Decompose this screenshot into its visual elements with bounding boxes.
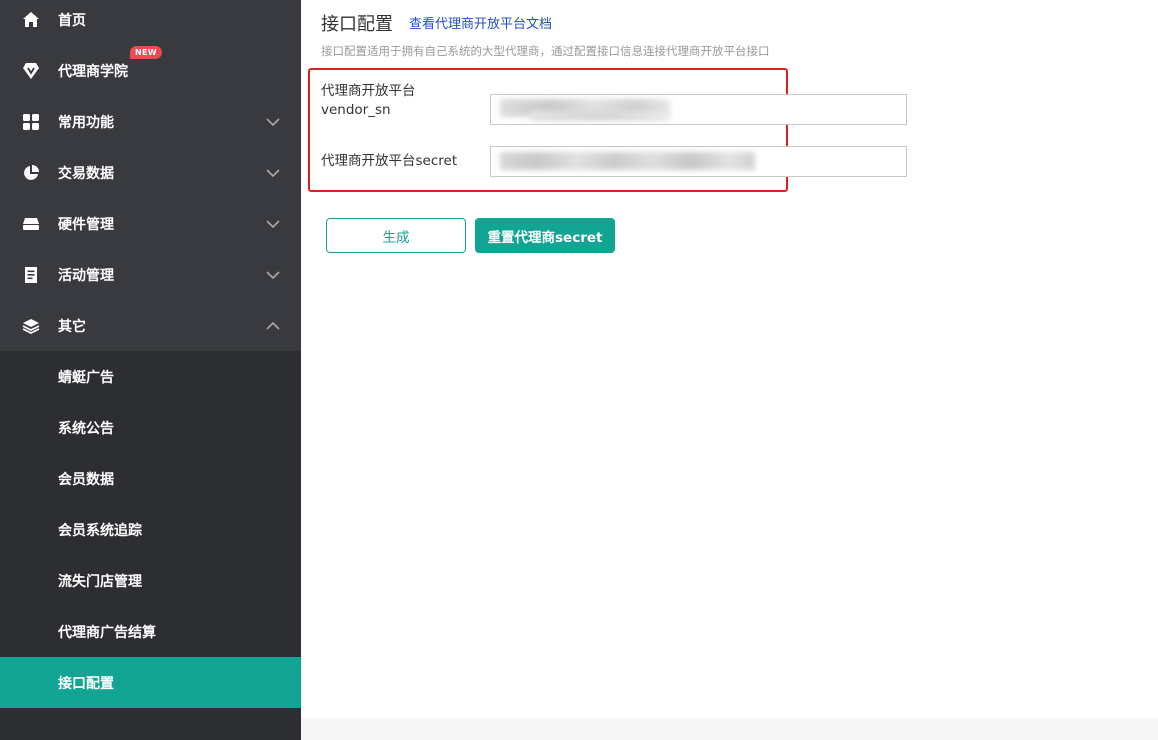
sub-item-api-config[interactable]: 接口配置 xyxy=(0,657,301,708)
nav-item-hardware[interactable]: 硬件管理 xyxy=(0,198,301,249)
sub-item-member-data[interactable]: 会员数据 xyxy=(0,453,301,504)
reset-secret-button[interactable]: 重置代理商secret xyxy=(475,218,615,253)
secret-label: 代理商开放平台secret xyxy=(321,153,458,169)
nav-item-transaction-data[interactable]: 交易数据 xyxy=(0,147,301,198)
nav-label: 硬件管理 xyxy=(58,216,114,233)
receipt-icon xyxy=(21,265,41,285)
redacted-value xyxy=(500,152,755,170)
nav-item-common-functions[interactable]: 常用功能 xyxy=(0,96,301,147)
sidebar: 首页 代理商学院 NEW 常用功能 交易数据 硬件管理 活动管理 其它 蜻蜓广告… xyxy=(0,0,301,740)
sub-item-system-notice[interactable]: 系统公告 xyxy=(0,402,301,453)
generate-button[interactable]: 生成 xyxy=(326,218,466,253)
nav-label: 活动管理 xyxy=(58,267,114,284)
sub-item-member-tracking[interactable]: 会员系统追踪 xyxy=(0,504,301,555)
nav-label: 首页 xyxy=(58,12,86,29)
hardware-icon xyxy=(21,214,41,234)
doc-link[interactable]: 查看代理商开放平台文档 xyxy=(409,13,552,32)
grid-icon xyxy=(21,112,41,132)
footer-strip xyxy=(301,718,1158,740)
layers-icon xyxy=(21,316,41,336)
redacted-value xyxy=(530,111,670,121)
chevron-down-icon xyxy=(266,117,280,126)
vendor-sn-label-line2: vendor_sn xyxy=(321,102,391,118)
sub-item-label: 接口配置 xyxy=(58,675,114,692)
nav-item-academy[interactable]: 代理商学院 NEW xyxy=(0,45,301,96)
nav-label: 交易数据 xyxy=(58,165,114,182)
sub-item-label: 系统公告 xyxy=(58,420,114,437)
submenu-other: 蜻蜓广告 系统公告 会员数据 会员系统追踪 流失门店管理 代理商广告结算 接口配… xyxy=(0,351,301,740)
sub-item-label: 代理商广告结算 xyxy=(58,624,156,641)
home-icon xyxy=(21,10,41,30)
sub-item-label: 会员系统追踪 xyxy=(58,522,142,539)
page-description: 接口配置适用于拥有自己系统的大型代理商，通过配置接口信息连接代理商开放平台接口 xyxy=(321,44,770,58)
new-badge: NEW xyxy=(130,46,162,59)
page-title: 接口配置 xyxy=(321,14,393,35)
vendor-sn-label: 代理商开放平台 vendor_sn xyxy=(321,82,416,120)
nav-item-other[interactable]: 其它 xyxy=(0,300,301,351)
nav-item-home[interactable]: 首页 xyxy=(0,0,301,45)
sub-item-label: 流失门店管理 xyxy=(58,573,142,590)
sub-item-ad-settlement[interactable]: 代理商广告结算 xyxy=(0,606,301,657)
sub-item-label: 会员数据 xyxy=(58,471,114,488)
chevron-down-icon xyxy=(266,219,280,228)
vendor-sn-label-line1: 代理商开放平台 xyxy=(321,83,416,99)
academy-icon xyxy=(21,61,41,81)
sub-item-label: 蜻蜓广告 xyxy=(58,369,114,386)
sub-item-dragonfly-ads[interactable]: 蜻蜓广告 xyxy=(0,351,301,402)
nav-label: 常用功能 xyxy=(58,114,114,131)
chevron-up-icon xyxy=(266,321,280,330)
chevron-down-icon xyxy=(266,168,280,177)
nav-item-activity[interactable]: 活动管理 xyxy=(0,249,301,300)
nav-label: 代理商学院 xyxy=(58,63,128,80)
chevron-down-icon xyxy=(266,270,280,279)
sub-item-lost-stores[interactable]: 流失门店管理 xyxy=(0,555,301,606)
pie-chart-icon xyxy=(21,163,41,183)
nav-label: 其它 xyxy=(58,318,86,335)
